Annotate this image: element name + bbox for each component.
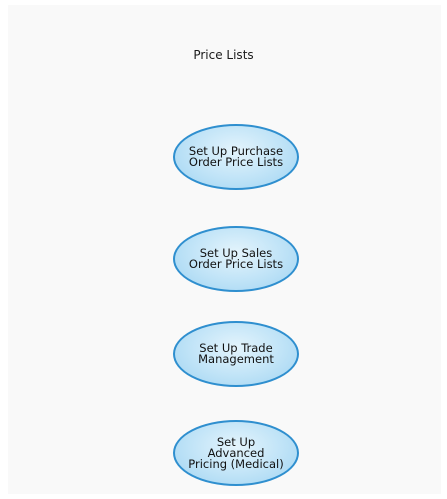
node-label: Set Up Sales Order Price Lists <box>188 246 284 271</box>
node-set-up-purchase-order-price-lists[interactable]: Set Up Purchase Order Price Lists <box>173 124 299 190</box>
node-set-up-sales-order-price-lists[interactable]: Set Up Sales Order Price Lists <box>173 226 299 292</box>
diagram-title: Price Lists <box>193 48 254 62</box>
node-set-up-trade-management[interactable]: Set Up Trade Management <box>173 321 299 387</box>
node-label: Set Up Trade Management <box>198 341 274 366</box>
node-label: Set Up Advanced Pricing (Medical) <box>188 434 284 471</box>
node-label: Set Up Purchase Order Price Lists <box>188 144 284 169</box>
node-set-up-advanced-pricing-medical[interactable]: Set Up Advanced Pricing (Medical) <box>173 420 299 486</box>
